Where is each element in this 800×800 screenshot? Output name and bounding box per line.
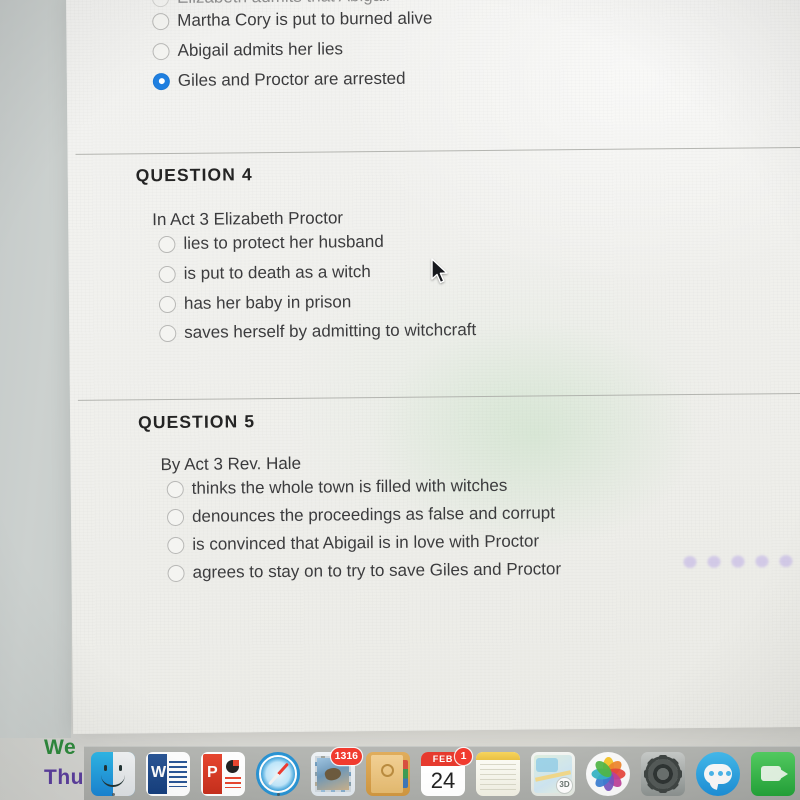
- option-label: is put to death as a witch: [183, 262, 371, 283]
- option-label: Abigail admits her lies: [177, 39, 343, 60]
- dock-item-notes[interactable]: [475, 751, 521, 797]
- radio-button[interactable]: [152, 42, 170, 60]
- radio-button[interactable]: [158, 235, 176, 253]
- radio-button[interactable]: [152, 12, 170, 30]
- radio-button[interactable]: [159, 324, 177, 342]
- safari-icon: [256, 751, 300, 796]
- question-heading: QUESTION 4: [135, 164, 253, 186]
- mouse-cursor: [430, 258, 450, 286]
- running-indicator: [111, 792, 115, 796]
- dock-item-contacts[interactable]: [365, 751, 411, 797]
- radio-button[interactable]: [151, 0, 170, 7]
- dock-item-word[interactable]: W: [145, 751, 191, 797]
- dock-item-photos[interactable]: [585, 751, 631, 797]
- radio-button[interactable]: [167, 564, 185, 582]
- option-label: has her baby in prison: [183, 292, 352, 313]
- maps-3d-badge: 3D: [556, 776, 573, 794]
- dock-item-calendar[interactable]: FEB 24 1: [420, 747, 472, 797]
- section-divider: [75, 146, 800, 155]
- calendar-day: 24: [430, 767, 456, 793]
- option-row[interactable]: saves herself by admitting to witchcraft: [159, 320, 476, 343]
- option-row[interactable]: has her baby in prison: [158, 292, 352, 314]
- option-row[interactable]: denounces the proceedings as false and c…: [166, 503, 556, 527]
- dock-item-mail[interactable]: 1316: [310, 747, 362, 797]
- mail-unread-badge: 1316: [330, 747, 362, 765]
- dock-item-messages[interactable]: [695, 751, 741, 797]
- option-row[interactable]: thinks the whole town is filled with wit…: [166, 475, 508, 499]
- question-heading: QUESTION 5: [138, 411, 256, 433]
- option-row[interactable]: is convinced that Abigail is in love wit…: [167, 531, 539, 555]
- finder-icon: [91, 751, 135, 796]
- option-label: agrees to stay on to try to save Giles a…: [192, 559, 562, 582]
- radio-button[interactable]: [167, 536, 185, 554]
- quiz-content: Elizabeth admits that Abigail Martha Cor…: [66, 0, 800, 734]
- microsoft-powerpoint-icon: P: [201, 751, 245, 796]
- option-row[interactable]: agrees to stay on to try to save Giles a…: [167, 559, 561, 583]
- contacts-icon: [366, 751, 410, 796]
- option-row[interactable]: lies to protect her husband: [158, 232, 384, 254]
- section-divider: [77, 392, 800, 401]
- dock-item-safari[interactable]: [255, 751, 301, 797]
- dock-item-maps[interactable]: 3D: [530, 751, 576, 797]
- screenshot-root: Elizabeth admits that Abigail Martha Cor…: [0, 0, 800, 800]
- desktop-text-line-2: Thu: [44, 766, 84, 789]
- maps-icon: 3D: [531, 751, 575, 796]
- radio-button[interactable]: [158, 295, 177, 313]
- calendar-badge: 1: [455, 747, 472, 765]
- microsoft-word-icon: W: [146, 751, 190, 796]
- radio-button[interactable]: [166, 480, 184, 498]
- dock-item-system-preferences[interactable]: [640, 751, 686, 797]
- notes-icon: [476, 751, 520, 796]
- option-label: thinks the whole town is filled with wit…: [191, 475, 508, 498]
- option-label: lies to protect her husband: [183, 231, 384, 253]
- option-label: Martha Cory is put to burned alive: [177, 8, 433, 30]
- quiz-page: Elizabeth admits that Abigail Martha Cor…: [66, 0, 800, 734]
- option-row[interactable]: Elizabeth admits that Abigail: [151, 0, 390, 8]
- radio-button[interactable]: [166, 508, 185, 526]
- dock-item-facetime[interactable]: [750, 751, 796, 797]
- question-stem: In Act 3 Elizabeth Proctor: [152, 208, 344, 230]
- messages-icon: [696, 751, 740, 796]
- screen-left-edge: [0, 0, 74, 738]
- option-label: denounces the proceedings as false and c…: [191, 503, 556, 526]
- option-row[interactable]: Martha Cory is put to burned alive: [152, 8, 432, 31]
- system-preferences-gear-icon: [641, 751, 685, 796]
- option-label: saves herself by admitting to witchcraft: [184, 320, 477, 342]
- option-label: Elizabeth admits that Abigail: [177, 0, 390, 8]
- question-stem: By Act 3 Rev. Hale: [160, 453, 302, 475]
- radio-button-selected[interactable]: [152, 72, 170, 90]
- dock-item-finder[interactable]: [90, 751, 136, 797]
- option-row[interactable]: Giles and Proctor are arrested: [152, 68, 406, 91]
- option-label: is convinced that Abigail is in love wit…: [192, 531, 540, 554]
- screen-reflection-dots: [683, 555, 793, 569]
- option-row[interactable]: is put to death as a witch: [158, 262, 371, 284]
- option-row[interactable]: Abigail admits her lies: [152, 39, 343, 61]
- radio-button[interactable]: [158, 265, 176, 283]
- macos-dock: W P 1316 FEB 24 1 3D: [84, 746, 800, 800]
- dock-item-powerpoint[interactable]: P: [200, 751, 246, 797]
- facetime-icon: [751, 751, 795, 796]
- running-indicator: [276, 792, 280, 796]
- photos-icon: [586, 751, 630, 796]
- desktop-text-line-1: We: [44, 736, 77, 759]
- option-label: Giles and Proctor are arrested: [177, 68, 406, 90]
